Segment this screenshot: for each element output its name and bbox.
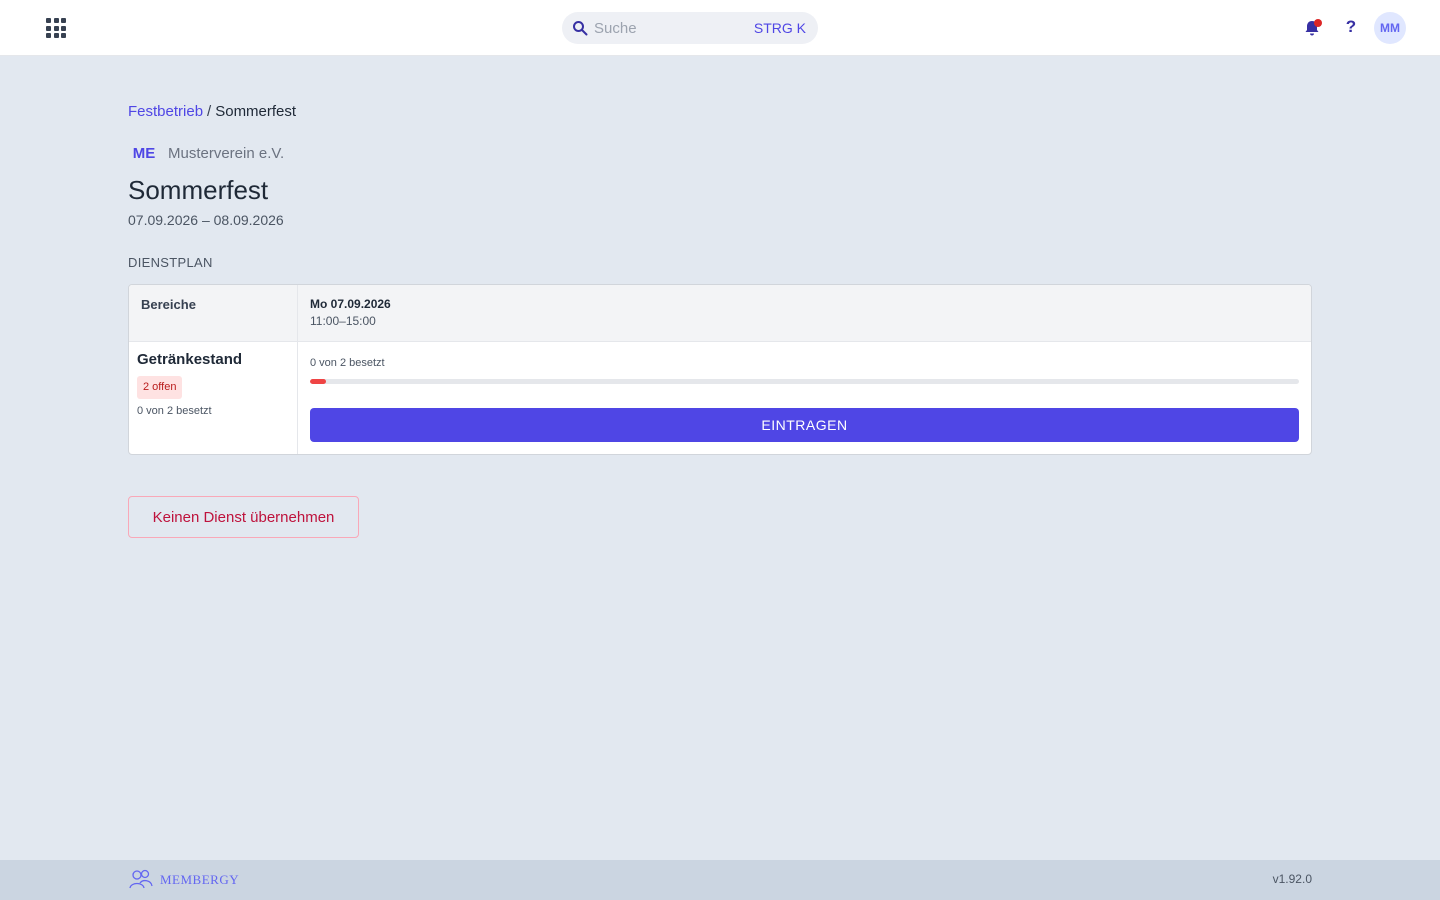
- top-bar: STRG K ? MM: [0, 0, 1440, 56]
- shift-column-time: 11:00–15:00: [310, 314, 376, 328]
- breadcrumb-separator: /: [207, 103, 212, 120]
- area-occupancy: 0 von 2 besetzt: [137, 405, 212, 417]
- footer: MEMBERGY v1.92.0: [0, 860, 1440, 900]
- schedule-table: Bereiche Mo 07.09.2026 11:00–15:00 Geträ…: [128, 284, 1312, 455]
- slot-occupancy: 0 von 2 besetzt: [310, 357, 385, 369]
- organization-logo: ME: [132, 145, 156, 162]
- decline-shift-button[interactable]: Keinen Dienst übernehmen: [128, 496, 359, 538]
- brand-logo[interactable]: MEMBERGY: [128, 869, 239, 891]
- page-title: Sommerfest: [128, 175, 269, 205]
- event-dates: 07.09.2026 – 08.09.2026: [128, 212, 284, 228]
- open-slots-badge: 2 offen: [137, 376, 183, 399]
- breadcrumb-link-parent[interactable]: Festbetrieb: [128, 103, 203, 120]
- area-name: Getränkestand: [137, 351, 243, 368]
- shift-column-day: Mo 07.09.2026: [310, 297, 391, 311]
- enroll-button[interactable]: EINTRAGEN: [310, 408, 1299, 442]
- breadcrumb: Festbetrieb / Sommerfest: [128, 103, 296, 120]
- search-icon: [573, 21, 588, 36]
- schedule-table-header: [129, 285, 1311, 342]
- search-shortcut-hint: STRG K: [753, 20, 806, 36]
- user-avatar[interactable]: MM: [1374, 12, 1406, 44]
- section-heading: DIENSTPLAN: [128, 255, 213, 270]
- app-version: v1.92.0: [1272, 872, 1312, 886]
- notification-indicator: [1314, 19, 1322, 27]
- slot-progress-fill: [310, 379, 326, 384]
- apps-grid-icon[interactable]: [44, 16, 68, 40]
- brand-people-icon: [129, 869, 153, 889]
- organization-line: ME Musterverein e.V.: [128, 145, 284, 162]
- slot-progress-bar: [310, 379, 1299, 384]
- search-bar[interactable]: STRG K: [562, 12, 818, 44]
- help-button[interactable]: ?: [1342, 17, 1360, 39]
- areas-column-header: Bereiche: [141, 297, 196, 312]
- breadcrumb-current: Sommerfest: [215, 103, 297, 120]
- brand-name: MEMBERGY: [160, 872, 240, 887]
- column-divider: [297, 285, 298, 454]
- organization-name: Musterverein e.V.: [168, 145, 285, 162]
- search-input[interactable]: [594, 12, 744, 44]
